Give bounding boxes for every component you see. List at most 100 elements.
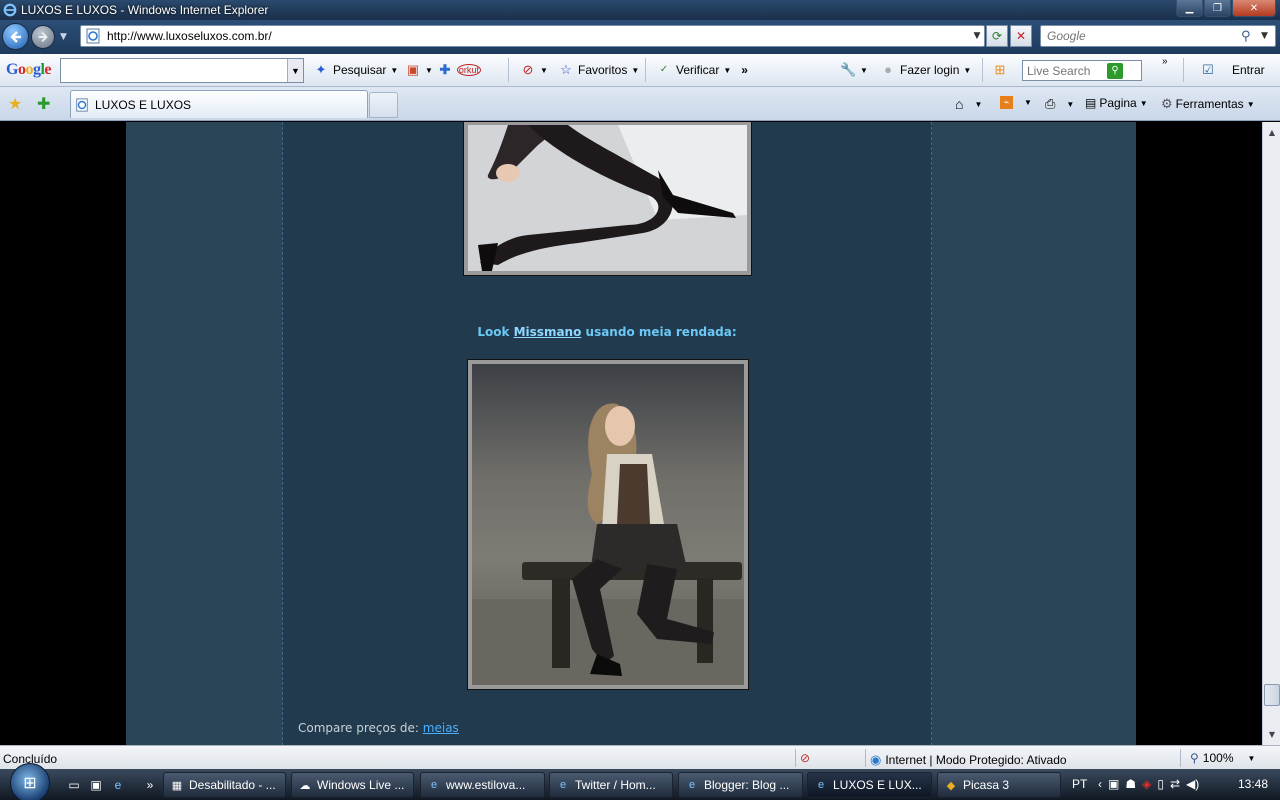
zoom-dropdown-arrow[interactable]: ▼ — [1248, 754, 1256, 763]
spellcheck-icon: ✓ — [659, 64, 669, 75]
blocked-icon: ⊘ — [522, 62, 534, 77]
pagina-dropdown-arrow[interactable]: ▼ — [1140, 99, 1148, 108]
print-button[interactable]: ⎙ ▼ — [1045, 96, 1074, 112]
post-photo-missmano[interactable] — [467, 359, 749, 690]
favorites-center-icon[interactable]: ★ — [8, 94, 22, 114]
ferramentas-dropdown-arrow[interactable]: ▼ — [1247, 100, 1255, 109]
zoom-control[interactable]: ⚲ 100% ▼ — [1190, 751, 1255, 765]
feeds-dropdown-arrow[interactable]: ▼ — [1024, 98, 1032, 107]
restore-button[interactable]: ❐ — [1204, 0, 1231, 17]
pesquisar-dropdown-arrow[interactable]: ▼ — [390, 66, 398, 75]
pagina-menu[interactable]: ▤ Pagina ▼ — [1085, 96, 1148, 110]
back-button[interactable] — [2, 23, 29, 50]
taskbar-item[interactable]: e Blogger: Blog ... — [678, 772, 803, 798]
google-search-field[interactable]: ▼ — [60, 58, 304, 83]
home-icon: ⌂ — [955, 96, 964, 112]
google-search-dropdown[interactable]: ▼ — [287, 59, 303, 82]
feeds-button[interactable]: ⌁ ▼ — [1000, 96, 1032, 109]
favoritos-button[interactable]: ☆ Favoritos ▼ — [558, 62, 639, 78]
more-chevron-icon[interactable]: » — [741, 63, 748, 77]
home-button[interactable]: ⌂ ▼ — [955, 96, 982, 112]
volume-icon[interactable]: ◀) — [1186, 777, 1199, 791]
meias-link[interactable]: meias — [423, 721, 459, 735]
taskbar-item[interactable]: ▦ Desabilitado - ... — [163, 772, 286, 798]
fazer-login-button[interactable]: ● Fazer login ▼ — [880, 62, 971, 78]
windows-live-button[interactable]: ⊞ — [992, 62, 1008, 78]
print-dropdown-arrow[interactable]: ▼ — [1066, 100, 1074, 109]
ie-icon: e — [559, 779, 567, 791]
live-search-box[interactable]: ⚲ — [1022, 60, 1142, 81]
live-chevron[interactable]: » — [1162, 56, 1168, 67]
missmano-link[interactable]: Missmano — [514, 325, 582, 339]
compare-prefix: Compare preços de: — [298, 721, 423, 735]
popup-blocked-icon[interactable]: ⊘ — [800, 751, 810, 765]
add-favorite-icon[interactable]: ✚ — [37, 94, 50, 114]
new-tab-button[interactable] — [369, 92, 398, 118]
users-icon[interactable]: ☗ — [1125, 777, 1136, 791]
minimize-button[interactable]: ▁ — [1176, 0, 1203, 17]
taskbar-item[interactable]: e Twitter / Hom... — [549, 772, 673, 798]
scroll-up-arrow-icon[interactable]: ▲ — [1264, 124, 1280, 141]
clock[interactable]: 13:48 — [1238, 777, 1268, 791]
refresh-button[interactable]: ⟳ — [986, 25, 1008, 47]
security-zone[interactable]: ◉ Internet | Modo Protegido: Ativado — [870, 752, 1067, 768]
ferramentas-label: Ferramentas — [1175, 97, 1244, 111]
orkut-icon[interactable]: orkut — [456, 64, 481, 76]
wrench-button[interactable]: 🔧 ▼ — [840, 62, 868, 78]
language-indicator[interactable]: PT — [1072, 777, 1087, 791]
taskbar-label: www.estilova... — [446, 778, 526, 792]
live-search-input[interactable] — [1023, 63, 1107, 78]
search-dropdown-arrow[interactable]: ▼ — [1261, 31, 1275, 41]
blocked-dropdown-arrow[interactable]: ▼ — [540, 66, 548, 75]
quicklaunch-chevron-icon[interactable]: » — [142, 777, 158, 793]
taskbar-item[interactable]: ◆ Picasa 3 — [937, 772, 1061, 798]
favoritos-dropdown-arrow[interactable]: ▼ — [631, 66, 639, 75]
close-button[interactable]: ✕ — [1232, 0, 1276, 17]
search-icon[interactable]: ⚲ — [1241, 29, 1261, 44]
ie-quicklaunch-icon[interactable]: e — [110, 777, 126, 793]
live-chevron-icon[interactable]: » — [1162, 56, 1168, 67]
blocked-popups-button[interactable]: ⊘ ▼ — [520, 62, 548, 78]
taskbar-item[interactable]: e www.estilova... — [420, 772, 545, 798]
windows-live-icon: ☁ — [299, 779, 311, 792]
home-dropdown-arrow[interactable]: ▼ — [974, 100, 982, 109]
recent-pages-dropdown[interactable]: ▼ — [60, 32, 67, 42]
entrar-button[interactable]: ☑ Entrar — [1200, 62, 1265, 78]
popup-blocker-icon[interactable]: ▣ — [405, 62, 421, 78]
address-bar[interactable]: http://www.luxoseluxos.com.br/ ▼ — [80, 25, 985, 47]
taskbar-item[interactable]: ☁ Windows Live ... — [291, 772, 414, 798]
show-desktop-icon[interactable]: ▭ — [66, 777, 82, 793]
pesquisar-button[interactable]: ✦ Pesquisar ▼ — [313, 62, 399, 78]
live-search-go-icon[interactable]: ⚲ — [1107, 62, 1123, 79]
connection-icon[interactable]: ⇄ — [1170, 777, 1180, 791]
vertical-scrollbar[interactable]: ▲ ▼ — [1262, 122, 1280, 745]
tab-luxos[interactable]: LUXOS E LUXOS — [70, 90, 368, 118]
address-dropdown-arrow[interactable]: ▼ — [970, 31, 984, 41]
status-separator — [1180, 749, 1181, 767]
wrench-dropdown-arrow[interactable]: ▼ — [860, 66, 868, 75]
taskbar-item-active[interactable]: e LUXOS E LUX... — [807, 772, 932, 798]
switch-windows-icon[interactable]: ▣ — [88, 777, 104, 793]
stop-button[interactable]: ✕ — [1010, 25, 1032, 47]
search-box[interactable]: ⚲ ▼ — [1040, 25, 1276, 47]
refresh-icon: ⟳ — [991, 29, 1003, 43]
photo-tights-image — [468, 125, 747, 271]
phone-icon[interactable]: ▯ — [1157, 777, 1164, 791]
add-plus-icon[interactable]: ✚ — [437, 62, 453, 78]
verificar-button[interactable]: ✓ Verificar ▼ » — [656, 62, 748, 78]
address-url[interactable]: http://www.luxoseluxos.com.br/ — [107, 29, 970, 43]
tray-chevron-icon[interactable]: ‹ — [1098, 777, 1102, 791]
forward-button[interactable] — [31, 25, 55, 49]
blog-outer-wrapper: Look Missmano usando meia rendada: Compa… — [126, 122, 1136, 745]
antivirus-icon[interactable]: ◈ — [1142, 777, 1151, 791]
scroll-down-arrow-icon[interactable]: ▼ — [1264, 726, 1280, 743]
verificar-dropdown-arrow[interactable]: ▼ — [723, 66, 731, 75]
scrollbar-thumb[interactable] — [1264, 684, 1280, 706]
popup-dropdown-arrow[interactable]: ▼ — [425, 66, 433, 75]
post-photo-tights[interactable] — [463, 122, 752, 276]
network-icon[interactable]: ▣ — [1108, 777, 1119, 791]
login-dropdown-arrow[interactable]: ▼ — [963, 66, 971, 75]
ferramentas-menu[interactable]: ⚙ Ferramentas ▼ — [1161, 96, 1255, 112]
search-input[interactable] — [1041, 29, 1241, 43]
start-button[interactable]: ⊞ — [10, 763, 50, 800]
